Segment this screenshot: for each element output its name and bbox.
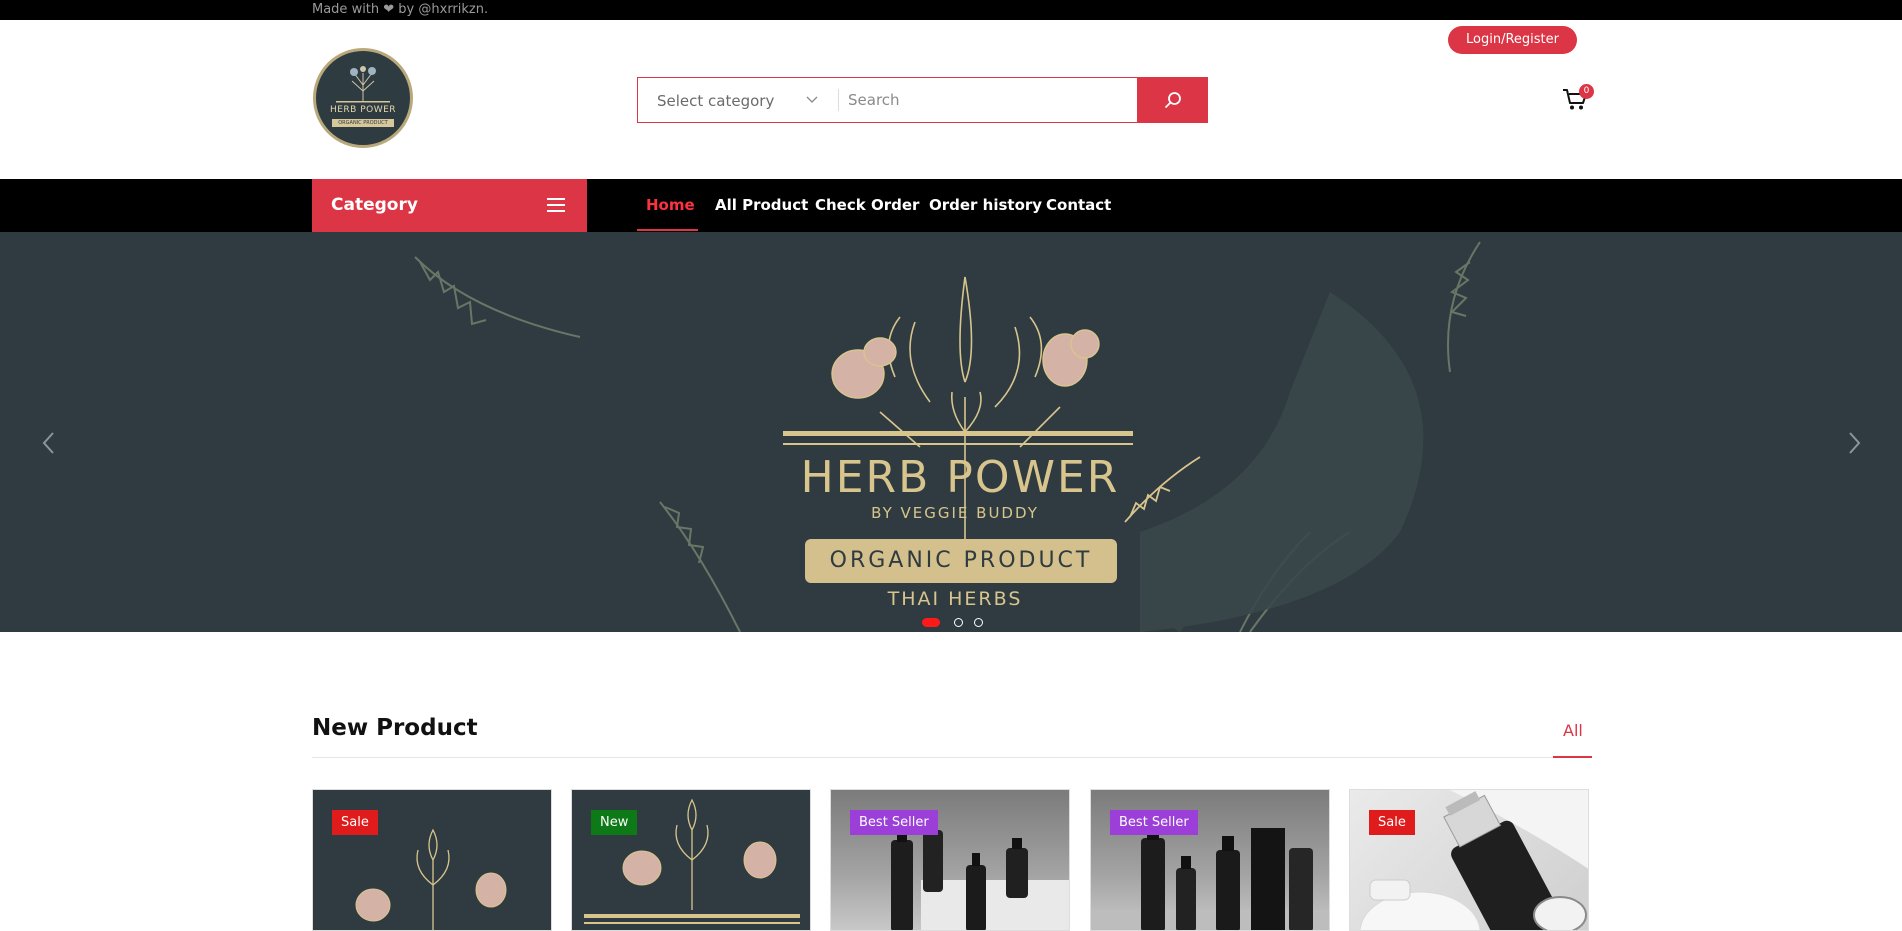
category-select-label: Select category: [657, 92, 775, 110]
slider-dot-1[interactable]: [922, 618, 940, 627]
product-card[interactable]: Sale: [312, 789, 552, 931]
slider-pagination: [922, 618, 1002, 628]
product-badge: Sale: [1369, 810, 1415, 835]
logo-tagline: ORGANIC PRODUCT: [332, 119, 394, 127]
search-button[interactable]: [1137, 77, 1208, 123]
section-divider: [312, 757, 1592, 758]
product-card[interactable]: Best Seller: [1090, 789, 1330, 931]
hamburger-icon: [547, 198, 565, 212]
login-register-button[interactable]: Login/Register: [1448, 26, 1577, 54]
logo-name: HERB POWER: [329, 105, 397, 115]
hero-brand: HERB POWER: [800, 452, 1120, 503]
top-strip: Made with ❤ by @hxrrikzn.: [0, 0, 1902, 20]
hero-organic-badge: ORGANIC PRODUCT: [805, 539, 1117, 583]
all-products-link[interactable]: All: [1563, 721, 1583, 740]
product-card[interactable]: Sale: [1349, 789, 1589, 931]
nav-check-order[interactable]: Check Order: [815, 196, 919, 214]
product-badge: Best Seller: [1110, 810, 1198, 835]
herb-sprig-icon: [336, 66, 390, 103]
hero-byline: BY VEGGIE BUDDY: [871, 504, 1039, 522]
credit-text: Made with ❤ by @hxrrikzn.: [312, 2, 489, 17]
search-bar: Select category: [637, 77, 1208, 123]
nav-order-history[interactable]: Order history: [929, 196, 1042, 214]
category-menu-button[interactable]: Category: [312, 179, 587, 232]
product-card[interactable]: New: [571, 789, 811, 931]
search-input[interactable]: [848, 84, 1148, 116]
product-badge: Best Seller: [850, 810, 938, 835]
search-icon: [1164, 92, 1181, 109]
chevron-down-icon: [806, 96, 818, 103]
nav-all-product[interactable]: All Product: [715, 196, 808, 214]
nav-home[interactable]: Home: [646, 196, 695, 214]
product-badge: New: [591, 810, 638, 835]
product-card[interactable]: Best Seller: [830, 789, 1070, 931]
hero-subline: THAI HERBS: [887, 588, 1023, 610]
all-link-underline: [1553, 756, 1592, 758]
search-divider: [838, 89, 839, 111]
nav-contact[interactable]: Contact: [1046, 196, 1111, 214]
category-menu-label: Category: [331, 195, 418, 215]
nav-active-underline: [637, 229, 698, 231]
main-navbar: Category Home All Product Check Order Or…: [0, 179, 1902, 232]
hero-slider: HERB POWER BY VEGGIE BUDDY ORGANIC PRODU…: [0, 232, 1902, 632]
section-title: New Product: [312, 715, 478, 741]
slider-dot-3[interactable]: [974, 618, 983, 627]
chevron-right-icon[interactable]: [1845, 430, 1863, 456]
cart-count-badge: 0: [1579, 84, 1594, 99]
chevron-left-icon[interactable]: [40, 430, 58, 456]
site-logo[interactable]: HERB POWER ORGANIC PRODUCT: [313, 48, 413, 148]
category-select[interactable]: Select category: [638, 78, 838, 122]
slider-dot-2[interactable]: [954, 618, 963, 627]
product-badge: Sale: [332, 810, 378, 835]
